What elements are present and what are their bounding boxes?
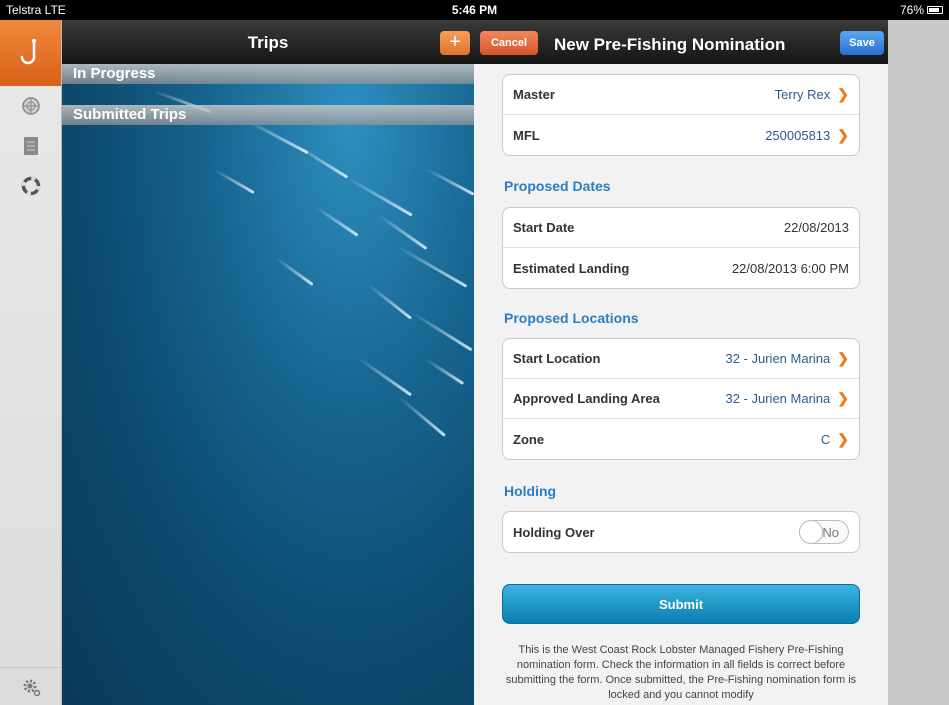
trips-navbar: Trips + xyxy=(62,20,474,64)
clock: 5:46 PM xyxy=(451,3,498,17)
start-date-row[interactable]: Start Date 22/08/2013 xyxy=(503,208,859,248)
estimated-landing-label: Estimated Landing xyxy=(513,260,630,276)
nomination-form-panel: Cancel New Pre-Fishing Nomination Save M… xyxy=(474,20,888,705)
nav-rail xyxy=(0,20,62,705)
battery-indicator: 76% xyxy=(900,3,943,17)
zone-row[interactable]: Zone C ❯ xyxy=(503,419,859,459)
master-value: Terry Rex xyxy=(774,87,831,102)
holding-group: Holding Over No xyxy=(502,511,860,553)
start-date-label: Start Date xyxy=(513,220,575,235)
form-title: New Pre-Fishing Nomination xyxy=(554,35,786,54)
right-gutter xyxy=(888,20,949,705)
zone-value: C xyxy=(820,431,831,447)
trips-title: Trips xyxy=(247,33,289,52)
vessel-group: Master Terry Rex ❯ MFL 250005813 ❯ xyxy=(502,74,860,156)
mfl-label: MFL xyxy=(513,127,540,143)
trips-panel: Trips + In Progress Submitted Trips xyxy=(62,20,474,705)
start-location-label: Start Location xyxy=(513,351,601,366)
proposed-locations-heading: Proposed Locations xyxy=(504,310,639,326)
battery-percent: 76% xyxy=(899,3,924,17)
zone-label: Zone xyxy=(513,431,545,447)
estimated-landing-row[interactable]: Estimated Landing 22/08/2013 6:00 PM xyxy=(503,248,859,288)
toggle-state: No xyxy=(822,525,839,540)
battery-icon xyxy=(927,6,943,14)
document-icon[interactable] xyxy=(0,126,61,166)
chevron-right-icon: ❯ xyxy=(837,350,849,366)
start-date-value: 22/08/2013 xyxy=(783,220,849,235)
toggle-knob xyxy=(799,520,823,544)
landing-area-value: 32 - Jurien Marina xyxy=(725,391,831,406)
gear-icon[interactable] xyxy=(0,667,62,705)
save-button[interactable]: Save xyxy=(840,31,884,55)
proposed-locations-group: Start Location 32 - Jurien Marina ❯ Appro… xyxy=(502,338,860,460)
cancel-button[interactable]: Cancel xyxy=(480,31,538,55)
landing-area-label: Approved Landing Area xyxy=(513,391,660,406)
add-trip-button[interactable]: + xyxy=(440,31,470,55)
start-location-value: 32 - Jurien Marina xyxy=(725,351,831,366)
chevron-right-icon: ❯ xyxy=(837,430,849,447)
lifebuoy-icon[interactable] xyxy=(0,166,61,206)
section-in-progress[interactable]: In Progress xyxy=(62,64,474,84)
chevron-right-icon: ❯ xyxy=(837,86,849,102)
holding-over-toggle[interactable]: No xyxy=(799,520,849,544)
master-label: Master xyxy=(513,87,555,102)
proposed-dates-group: Start Date 22/08/2013 Estimated Landing … xyxy=(502,207,860,289)
form-navbar: Cancel New Pre-Fishing Nomination Save xyxy=(474,20,888,64)
status-bar: Telstra LTE 5:46 PM 76% xyxy=(0,0,949,20)
mfl-value: 250005813 xyxy=(765,127,831,143)
proposed-dates-heading: Proposed Dates xyxy=(504,178,611,194)
mfl-row[interactable]: MFL 250005813 ❯ xyxy=(503,115,859,155)
section-submitted-trips[interactable]: Submitted Trips xyxy=(62,105,474,125)
master-row[interactable]: Master Terry Rex ❯ xyxy=(503,75,859,115)
form-disclaimer: This is the West Coast Rock Lobster Mana… xyxy=(505,644,857,701)
start-location-row[interactable]: Start Location 32 - Jurien Marina ❯ xyxy=(503,339,859,379)
radar-icon[interactable] xyxy=(0,86,61,126)
chevron-right-icon: ❯ xyxy=(837,390,849,406)
submit-button[interactable]: Submit xyxy=(502,584,860,624)
holding-heading: Holding xyxy=(504,483,557,499)
landing-area-row[interactable]: Approved Landing Area 32 - Jurien Marina… xyxy=(503,379,859,419)
hook-icon[interactable] xyxy=(0,20,61,86)
holding-over-label: Holding Over xyxy=(513,524,595,540)
holding-over-row: Holding Over No xyxy=(503,512,859,552)
estimated-landing-value: 22/08/2013 6:00 PM xyxy=(731,260,849,276)
chevron-right-icon: ❯ xyxy=(837,126,849,143)
